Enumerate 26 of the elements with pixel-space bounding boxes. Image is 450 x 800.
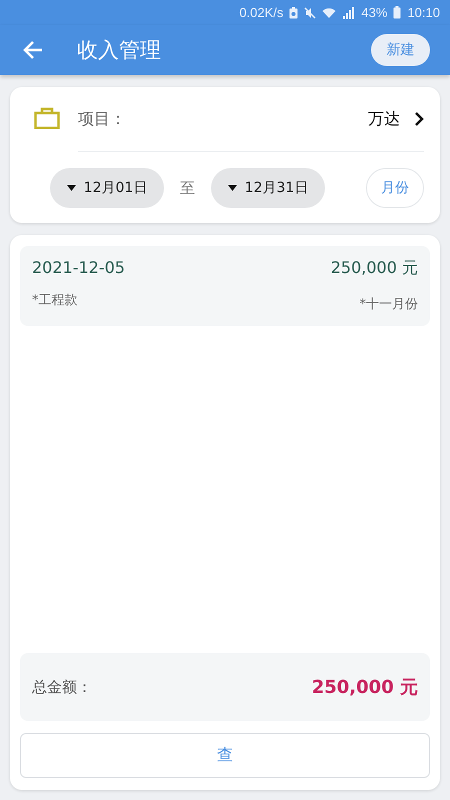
range-separator: 至 (180, 178, 195, 198)
battery-level: 43% (361, 5, 388, 20)
record-category: *工程款 (32, 292, 78, 310)
mute-icon (304, 6, 316, 18)
record-card[interactable]: 2021-12-05 250,000 元 *工程款 *十一月份 (20, 246, 430, 326)
record-date: 2021-12-05 (32, 258, 125, 279)
briefcase-icon (34, 107, 60, 129)
dropdown-caret-icon (66, 185, 76, 191)
project-label: 项目： (78, 108, 127, 130)
battery-saver-icon (289, 6, 298, 18)
record-amount: 250,000 元 (330, 258, 418, 279)
network-speed: 0.02K/s (239, 5, 284, 20)
clock: 10:10 (407, 5, 440, 20)
page-title: 收入管理 (77, 37, 162, 64)
dropdown-caret-icon (228, 185, 237, 191)
project-value[interactable]: 万达 (368, 108, 400, 130)
start-date-picker[interactable]: 12月01日 (50, 168, 164, 208)
signal-icon (342, 6, 356, 18)
chevron-right-icon[interactable] (414, 111, 424, 127)
battery-icon (393, 6, 402, 19)
back-arrow-icon[interactable] (22, 40, 44, 60)
wifi-icon (322, 6, 336, 18)
end-date-picker[interactable]: 12月31日 (211, 168, 325, 208)
record-period: *十一月份 (360, 296, 418, 313)
total-amount: 250,000 元 (312, 676, 418, 699)
total-label: 总金额： (32, 678, 92, 696)
